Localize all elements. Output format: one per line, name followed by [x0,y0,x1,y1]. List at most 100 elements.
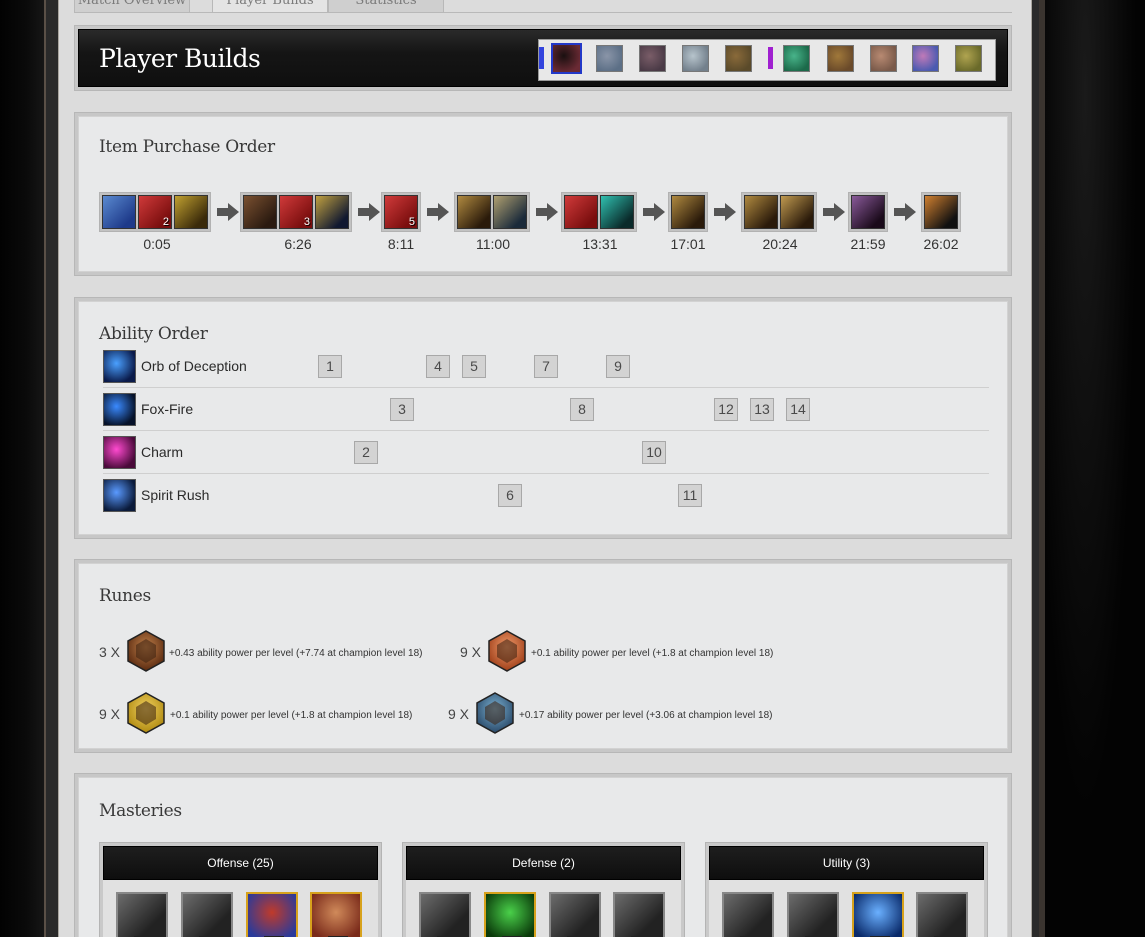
tome-icon[interactable] [457,195,491,229]
ability-level-box: 7 [534,355,558,378]
ability-level-box: 2 [354,441,378,464]
item-group [561,192,637,232]
wand-icon[interactable] [600,195,634,229]
ability-level-box: 9 [606,355,630,378]
arrow-right-icon [357,203,380,221]
void-staff-icon[interactable] [851,195,885,229]
arrow-right-icon [642,203,665,221]
health-potion-icon[interactable] [564,195,598,229]
item-group [454,192,530,232]
ability-level-box: 4 [426,355,450,378]
ability-level-box: 5 [462,355,486,378]
tab-match-overview[interactable]: Match Overview [74,0,190,13]
tab-label: Statistics [355,0,417,8]
item-count: 2 [162,216,169,228]
elixir-icon[interactable] [924,195,958,229]
item-group: 2 [99,192,211,232]
mastery-offense-3-icon[interactable] [246,892,298,937]
mastery-defense-2-icon[interactable] [484,892,536,937]
item-group [668,192,708,232]
ahri-icon[interactable] [551,43,582,74]
tab-bar: Match Overview Player Builds Statistics [74,0,1012,13]
page-title: Player Builds [99,44,261,73]
boots-of-swiftness-icon[interactable] [493,195,527,229]
dorans-ring-icon[interactable] [102,195,136,229]
arrow-right-icon [535,203,558,221]
ability-level-box: 6 [498,484,522,507]
rune-description: +0.43 ability power per level (+7.74 at … [169,648,423,659]
rune-count: 9 X [448,706,470,722]
arrow-right-icon [216,203,239,221]
item-time: 26:02 [923,236,959,252]
mastery-offense-2-icon[interactable] [181,892,233,937]
champion-5-icon[interactable] [725,45,752,72]
champion-2-icon[interactable] [596,45,623,72]
mastery-tree-header: Defense (2) [406,846,681,880]
ability-row: Orb of Deception 1 4 5 7 9 [103,345,989,388]
mastery-tree-body [103,880,378,937]
mastery-utility-3-icon[interactable] [852,892,904,937]
rune-entry: 9 X +0.17 ability power per level (+3.06 … [448,692,848,740]
arrow-right-icon [822,203,845,221]
mastery-utility-4-icon[interactable] [916,892,968,937]
champion-selector [538,39,996,81]
ability-name: Orb of Deception [141,358,247,374]
champion-6-icon[interactable] [783,45,810,72]
codex-icon[interactable] [780,195,814,229]
ability-level-box: 14 [786,398,810,421]
mastery-offense-4-icon[interactable] [310,892,362,937]
chalice-icon[interactable] [315,195,349,229]
team-blue-marker [539,47,544,69]
mastery-tree-body [406,880,681,937]
ability-row: Spirit Rush 6 11 [103,474,989,517]
ability-level-box: 3 [390,398,414,421]
health-potion-icon[interactable]: 2 [138,195,172,229]
rune-entry: 9 X +0.1 ability power per level (+1.8 at… [460,630,860,678]
health-potion-icon[interactable]: 5 [384,195,418,229]
tab-player-builds[interactable]: Player Builds [212,0,328,13]
health-potion-icon[interactable]: 3 [279,195,313,229]
blue-rune-icon [474,692,516,734]
red-rune-icon [125,630,167,672]
tome-icon[interactable] [744,195,778,229]
red-rune-icon [486,630,528,672]
right-background [1045,0,1145,937]
masteries-body: Masteries Offense (25) Defense (2) Utility… [78,777,1008,937]
item-purchase-title: Item Purchase Order [99,137,275,157]
rune-description: +0.1 ability power per level (+1.8 at ch… [531,648,774,659]
charm-icon [103,436,136,469]
mastery-tree-body [709,880,984,937]
champion-7-icon[interactable] [827,45,854,72]
ability-level-box: 13 [750,398,774,421]
mastery-utility-2-icon[interactable] [787,892,839,937]
tome-icon[interactable] [671,195,705,229]
ability-name: Spirit Rush [141,487,210,503]
ability-level-box: 12 [714,398,738,421]
item-group: 5 [381,192,421,232]
ability-row: Fox-Fire 3 8 12 13 14 [103,388,989,431]
mastery-tree: Utility (3) [705,842,988,937]
mastery-defense-3-icon[interactable] [549,892,601,937]
mastery-defense-1-icon[interactable] [419,892,471,937]
boots-icon[interactable] [243,195,277,229]
ability-order-panel: Ability Order Orb of Deception 1 4 5 7 9 Fox-F… [74,297,1012,539]
warding-totem-icon[interactable] [174,195,208,229]
tab-label: Player Builds [226,0,314,8]
item-time: 0:05 [143,236,171,252]
champion-10-icon[interactable] [955,45,982,72]
runes-panel: Runes 3 X +0.43 ability power per level (… [74,559,1012,753]
item-purchase-panel: Item Purchase Order 2 0:05 3 6:26 5 8:11 11:00… [74,112,1012,276]
champion-4-icon[interactable] [682,45,709,72]
mastery-utility-1-icon[interactable] [722,892,774,937]
team-purple-marker [768,47,773,69]
champion-3-icon[interactable] [639,45,666,72]
mastery-defense-4-icon[interactable] [613,892,665,937]
yellow-rune-icon [125,692,167,734]
tab-statistics[interactable]: Statistics [328,0,444,13]
champion-9-icon[interactable] [912,45,939,72]
champion-8-icon[interactable] [870,45,897,72]
item-purchase-body: Item Purchase Order 2 0:05 3 6:26 5 8:11 11:00… [78,116,1008,272]
header-bar: Player Builds [78,29,1008,87]
rune-description: +0.1 ability power per level (+1.8 at ch… [170,710,413,721]
mastery-offense-1-icon[interactable] [116,892,168,937]
